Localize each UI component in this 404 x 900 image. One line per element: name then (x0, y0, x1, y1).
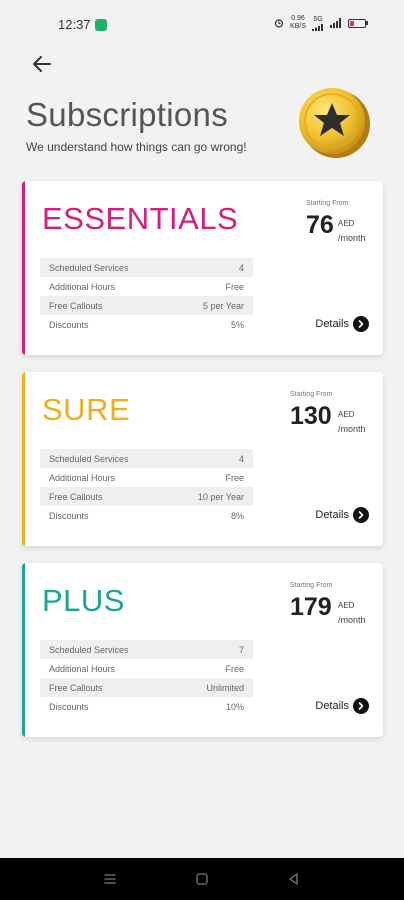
starting-from-label: Starting From (306, 200, 349, 207)
chevron-right-circle-icon (353, 316, 369, 332)
feature-row: Free Callouts 10 per Year (40, 487, 253, 506)
plan-card-plus[interactable]: PLUS Starting From 179 AED /month Schedu… (22, 563, 383, 737)
feature-row: Discounts 10% (40, 697, 253, 716)
page-title: Subscriptions (26, 96, 228, 133)
system-navigation-bar (0, 858, 404, 900)
feature-row: Scheduled Services 4 (40, 449, 253, 468)
card-accent-bar (22, 181, 25, 355)
star-coin-icon (299, 88, 370, 158)
feature-value: 5 per Year (202, 300, 244, 311)
plan-card-essentials[interactable]: ESSENTIALS Starting From 76 AED /month S… (22, 181, 383, 355)
feature-value: 10% (225, 701, 244, 712)
details-label: Details (315, 509, 349, 521)
details-button[interactable]: Details (315, 507, 369, 523)
notification-app-icon (95, 19, 107, 31)
signal-icon: 5G (312, 16, 324, 31)
feature-value: 4 (238, 262, 244, 273)
details-button[interactable]: Details (315, 698, 369, 714)
price-period: /month (338, 233, 366, 243)
starting-from-label: Starting From (290, 582, 333, 589)
plan-price: 179 (290, 593, 332, 621)
feature-row: Free Callouts 5 per Year (40, 296, 253, 315)
feature-label: Additional Hours (49, 663, 116, 674)
price-period: /month (338, 424, 366, 434)
feature-label: Free Callouts (49, 491, 103, 502)
plan-price: 76 (306, 211, 334, 239)
plan-name: SURE (42, 392, 131, 427)
feature-row: Additional Hours Free (40, 468, 253, 487)
price-currency: AED (338, 601, 355, 610)
price-period: /month (338, 615, 366, 625)
feature-value: Free (225, 281, 244, 292)
feature-row: Scheduled Services 7 (40, 640, 253, 659)
feature-value: Free (225, 663, 244, 674)
features-table: Scheduled Services 7 Additional Hours Fr… (40, 640, 253, 716)
menu-icon[interactable] (101, 870, 119, 888)
feature-row: Scheduled Services 4 (40, 258, 253, 277)
starting-from-label: Starting From (290, 391, 333, 398)
feature-label: Free Callouts (49, 300, 103, 311)
feature-label: Discounts (49, 701, 89, 712)
plan-card-sure[interactable]: SURE Starting From 130 AED /month Schedu… (22, 372, 383, 546)
details-label: Details (315, 700, 349, 712)
arrow-left-icon (33, 56, 51, 72)
feature-label: Scheduled Services (49, 453, 129, 464)
home-square-icon[interactable] (193, 870, 211, 888)
feature-value: Unlimited (206, 682, 244, 693)
feature-row: Additional Hours Free (40, 659, 253, 678)
network-speed: 0.96 KB/S (290, 15, 306, 30)
feature-value: Free (225, 472, 244, 483)
feature-row: Free Callouts Unlimited (40, 678, 253, 697)
feature-label: Free Callouts (49, 682, 103, 693)
chevron-right-circle-icon (353, 507, 369, 523)
back-button[interactable] (28, 50, 56, 78)
plan-name: ESSENTIALS (42, 201, 239, 236)
feature-value: 8% (230, 510, 244, 521)
wifi-signal-icon (330, 18, 341, 28)
feature-value: 5% (230, 319, 244, 330)
feature-label: Additional Hours (49, 472, 116, 483)
alarm-icon (274, 19, 284, 28)
feature-value: 7 (238, 644, 244, 655)
feature-row: Additional Hours Free (40, 277, 253, 296)
back-triangle-icon[interactable] (285, 870, 303, 888)
page-subtitle: We understand how things can go wrong! (26, 140, 247, 154)
status-time: 12:37 (58, 17, 91, 32)
feature-label: Scheduled Services (49, 644, 129, 655)
details-button[interactable]: Details (315, 316, 369, 332)
card-accent-bar (22, 372, 25, 546)
feature-label: Additional Hours (49, 281, 116, 292)
status-icons: 0.96 KB/S 5G (274, 15, 368, 31)
feature-value: 10 per Year (197, 491, 244, 502)
plan-name: PLUS (42, 583, 125, 618)
feature-label: Scheduled Services (49, 262, 129, 273)
battery-icon (348, 18, 368, 28)
feature-value: 4 (238, 453, 244, 464)
feature-label: Discounts (49, 510, 89, 521)
feature-row: Discounts 5% (40, 315, 253, 334)
plan-price: 130 (290, 402, 332, 430)
features-table: Scheduled Services 4 Additional Hours Fr… (40, 449, 253, 525)
features-table: Scheduled Services 4 Additional Hours Fr… (40, 258, 253, 334)
status-bar: 12:37 0.96 KB/S 5G (0, 0, 404, 48)
card-accent-bar (22, 563, 25, 737)
price-currency: AED (338, 219, 355, 228)
price-currency: AED (338, 410, 355, 419)
feature-row: Discounts 8% (40, 506, 253, 525)
details-label: Details (315, 318, 349, 330)
subscriptions-screen: 12:37 0.96 KB/S 5G Subscriptions We unde… (0, 0, 404, 900)
chevron-right-circle-icon (353, 698, 369, 714)
feature-label: Discounts (49, 319, 89, 330)
